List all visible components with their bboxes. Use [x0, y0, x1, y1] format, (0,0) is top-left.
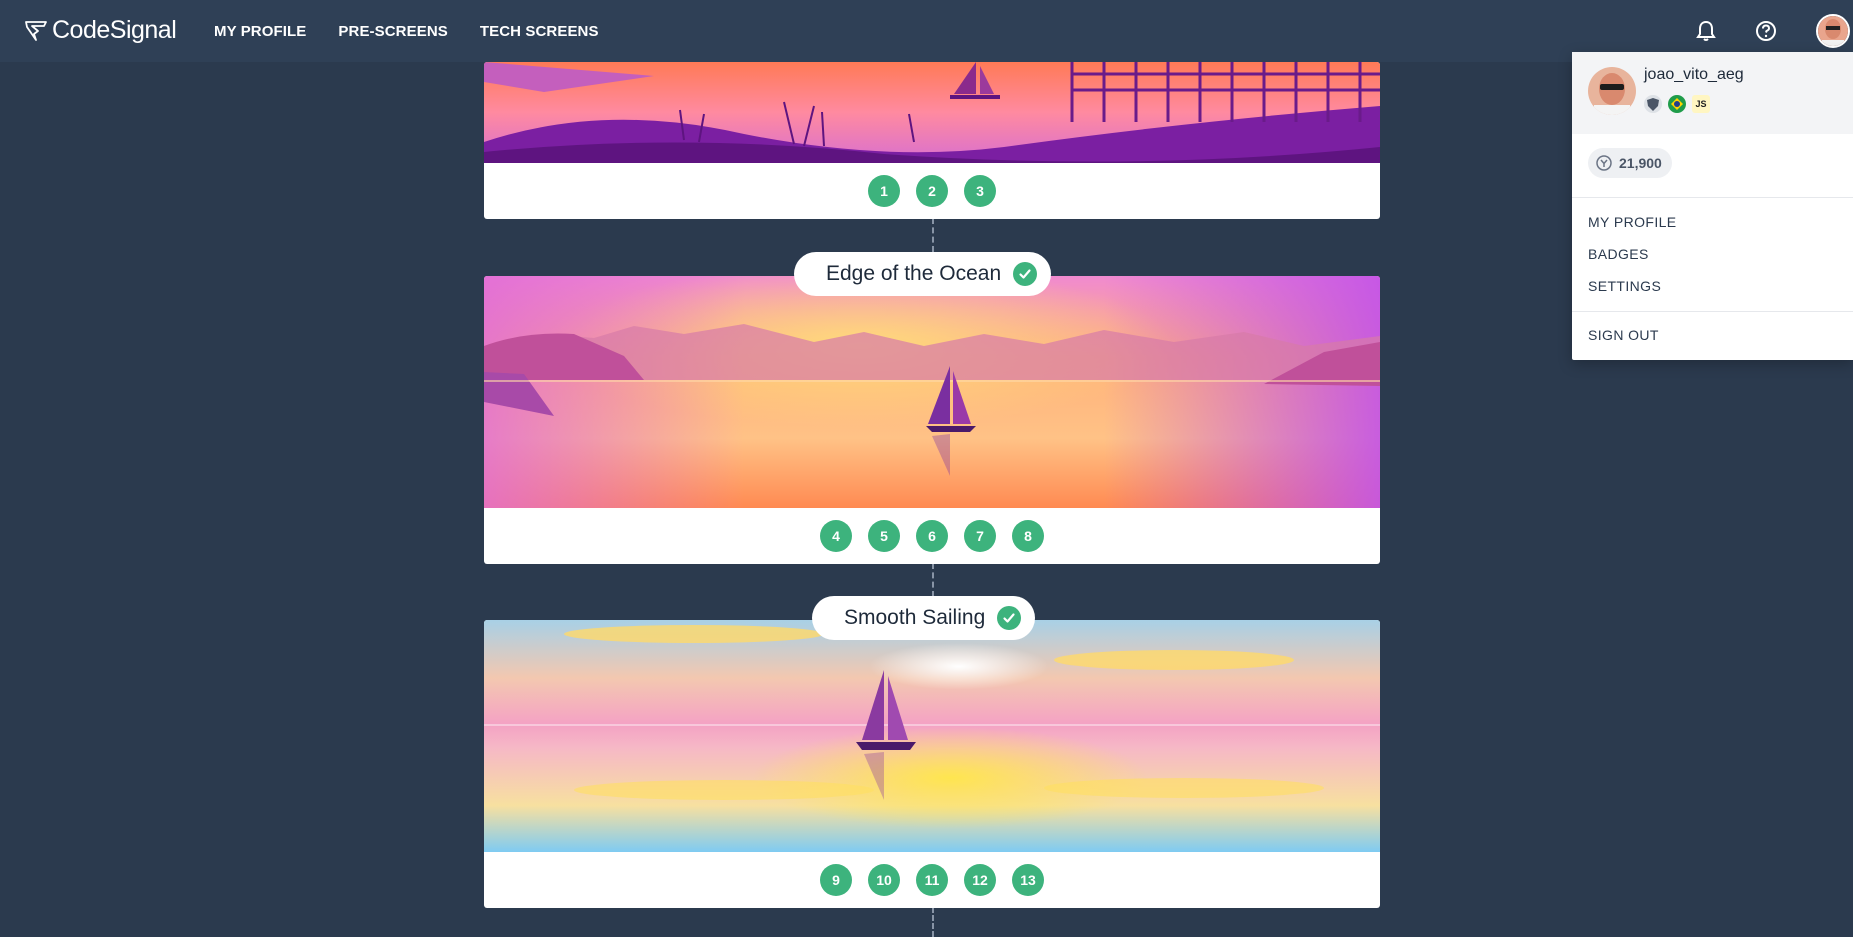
section-title-edge-of-the-ocean[interactable]: Edge of the Ocean — [794, 252, 1052, 296]
section-title-text: Edge of the Ocean — [826, 262, 1002, 285]
level-dots: 9 10 11 12 13 — [484, 852, 1380, 908]
level-9[interactable]: 9 — [820, 864, 852, 896]
help-icon[interactable] — [1753, 18, 1779, 44]
bell-icon[interactable] — [1693, 18, 1719, 44]
level-13[interactable]: 13 — [1012, 864, 1044, 896]
level-card-smooth-sailing: 9 10 11 12 13 — [484, 620, 1380, 908]
nav-pre-screens[interactable]: PRE-SCREENS — [338, 23, 447, 40]
level-card-top: 1 2 3 — [484, 62, 1380, 219]
level-7[interactable]: 7 — [964, 520, 996, 552]
level-dots: 1 2 3 — [484, 163, 1380, 219]
badge-list: JS — [1644, 95, 1710, 113]
menu-badges[interactable]: BADGES — [1588, 246, 1649, 262]
coins-badge: 21,900 — [1588, 148, 1672, 178]
coin-count: 21,900 — [1619, 155, 1662, 171]
shield-badge-icon — [1644, 95, 1662, 113]
timeline-connector — [932, 218, 934, 252]
scene-illustration — [484, 620, 1380, 852]
level-4[interactable]: 4 — [820, 520, 852, 552]
divider — [1572, 197, 1853, 198]
level-6[interactable]: 6 — [916, 520, 948, 552]
main-nav: MY PROFILE PRE-SCREENS TECH SCREENS — [214, 0, 599, 62]
section-title-text: Smooth Sailing — [844, 606, 986, 629]
profile-header: joao_vito_aeg JS — [1572, 52, 1853, 134]
level-2[interactable]: 2 — [916, 175, 948, 207]
level-3[interactable]: 3 — [964, 175, 996, 207]
nav-tech-screens[interactable]: TECH SCREENS — [480, 23, 599, 40]
level-1[interactable]: 1 — [868, 175, 900, 207]
timeline-connector — [932, 907, 934, 937]
divider — [1572, 311, 1853, 312]
level-11[interactable]: 11 — [916, 864, 948, 896]
check-icon — [997, 606, 1022, 630]
coin-icon — [1596, 155, 1612, 171]
section-title-smooth-sailing[interactable]: Smooth Sailing — [812, 596, 1036, 640]
level-12[interactable]: 12 — [964, 864, 996, 896]
level-dots: 4 5 6 7 8 — [484, 508, 1380, 564]
level-5[interactable]: 5 — [868, 520, 900, 552]
level-8[interactable]: 8 — [1012, 520, 1044, 552]
js-badge: JS — [1692, 95, 1710, 113]
codesignal-logo-icon — [25, 20, 47, 41]
profile-avatar[interactable] — [1588, 67, 1636, 115]
profile-dropdown: joao_vito_aeg JS 21,900 MY PROFILE BADGE… — [1572, 52, 1853, 360]
avatar[interactable] — [1816, 14, 1850, 48]
check-icon — [1013, 262, 1038, 286]
username: joao_vito_aeg — [1644, 66, 1744, 83]
brazil-flag-icon — [1668, 95, 1686, 113]
menu-my-profile[interactable]: MY PROFILE — [1588, 214, 1677, 230]
menu-sign-out[interactable]: SIGN OUT — [1588, 327, 1659, 343]
scene-illustration — [484, 62, 1380, 163]
menu-settings[interactable]: SETTINGS — [1588, 278, 1661, 294]
codesignal-logo[interactable]: CodeSignal — [24, 16, 177, 45]
scene-illustration — [484, 276, 1380, 508]
timeline-connector — [932, 563, 934, 597]
nav-my-profile[interactable]: MY PROFILE — [214, 23, 306, 40]
logo-text: CodeSignal — [52, 16, 177, 44]
level-10[interactable]: 10 — [868, 864, 900, 896]
level-card-edge-of-the-ocean: 4 5 6 7 8 — [484, 276, 1380, 564]
